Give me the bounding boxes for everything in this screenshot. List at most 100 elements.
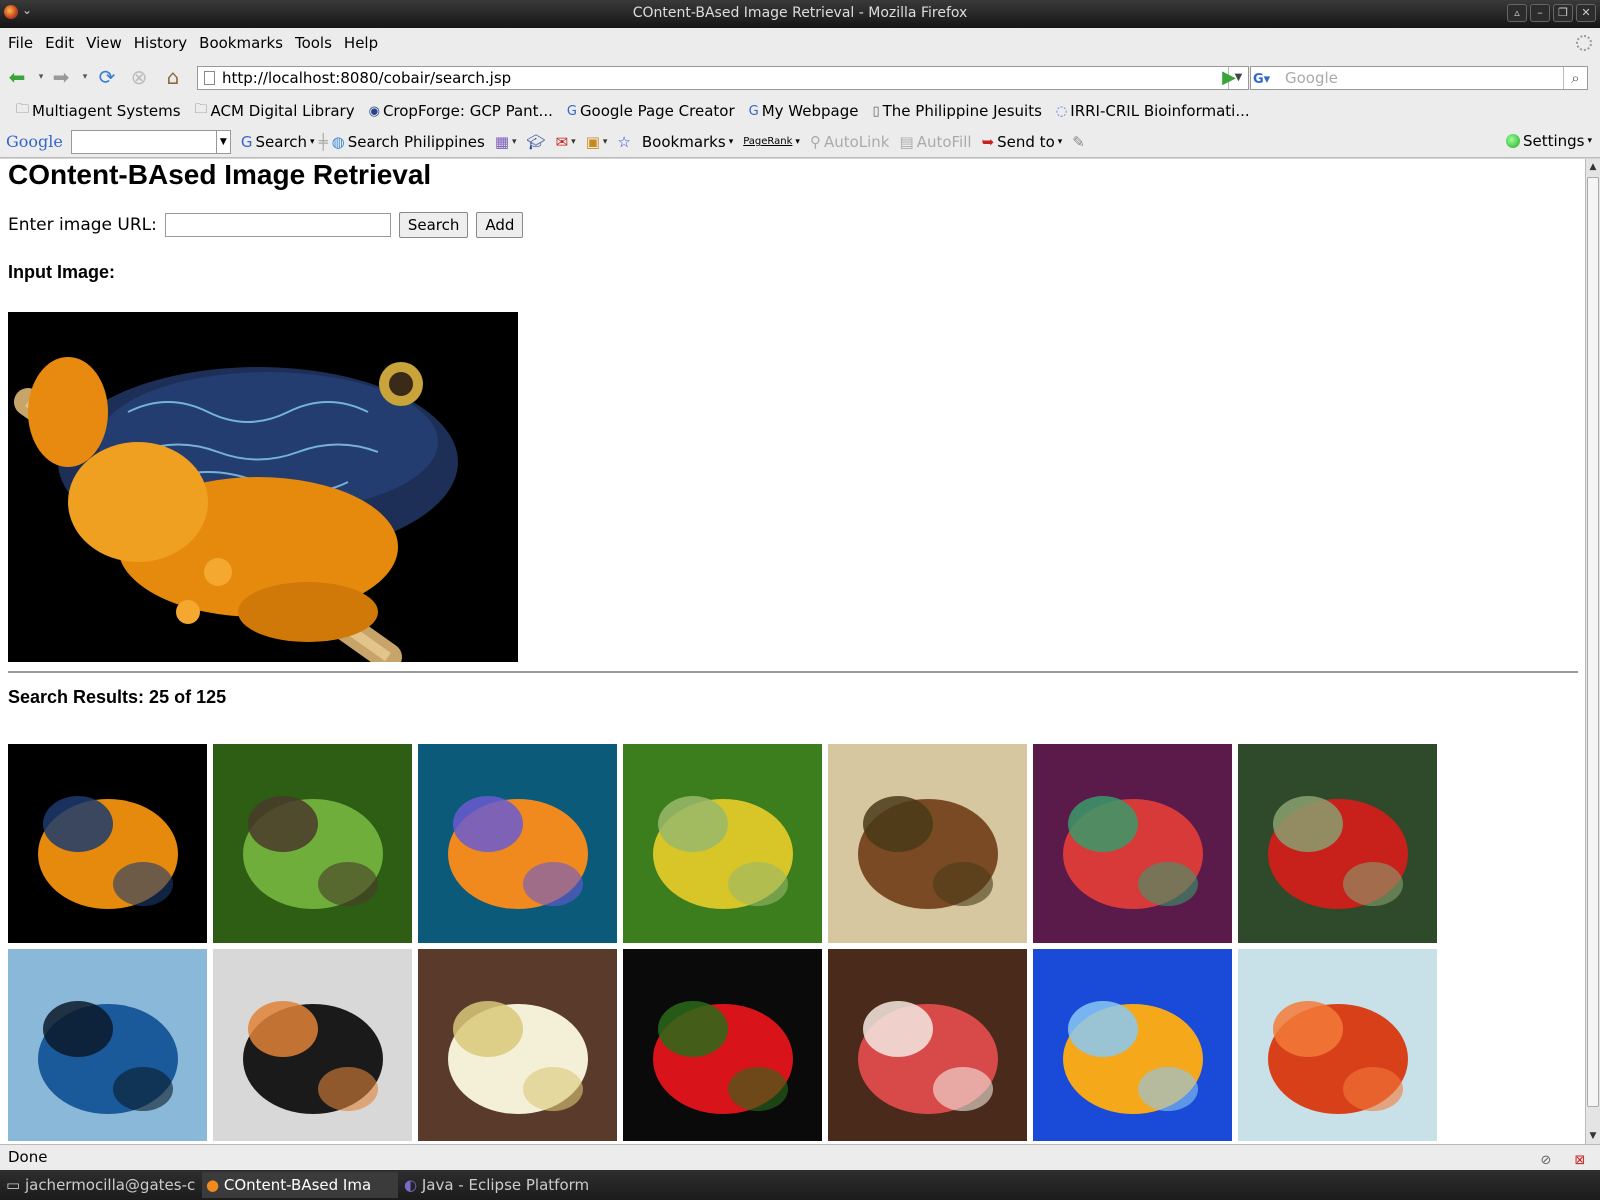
result-thumbnail-dinosaurs[interactable]	[828, 744, 1027, 943]
calendar-icon[interactable]: ▦ ▾	[495, 133, 517, 151]
page-icon	[204, 71, 215, 85]
image-url-label: Enter image URL:	[8, 215, 157, 235]
result-thumbnail-anime[interactable]	[213, 949, 412, 1141]
result-thumbnail-bridesmaids[interactable]	[828, 949, 1027, 1141]
result-thumbnail-orca[interactable]	[8, 949, 207, 1141]
menu-view[interactable]: View	[86, 34, 122, 52]
page-icon: ▯	[872, 103, 880, 119]
window-title: COntent-BAsed Image Retrieval - Mozilla …	[632, 5, 968, 21]
firefox-icon: ●	[206, 1176, 224, 1194]
shade-button[interactable]: ▵	[1507, 4, 1527, 22]
autolink-button[interactable]: ⚲ AutoLink	[810, 133, 890, 151]
menu-file[interactable]: File	[8, 34, 33, 52]
send-to-button[interactable]: ➥ Send to ▾	[982, 133, 1063, 151]
pagerank-indicator[interactable]: PageRank ▾	[743, 136, 800, 147]
menu-tools[interactable]: Tools	[295, 34, 332, 52]
offline-icon[interactable]: ⊠	[1572, 1149, 1588, 1168]
separator-icon: ╪	[318, 132, 328, 151]
chevron-down-icon: ▾	[1057, 136, 1063, 147]
gmail-icon[interactable]: ✉ ▾	[556, 133, 576, 151]
result-thumbnail-bird-of-paradise[interactable]	[418, 744, 617, 943]
address-url[interactable]: http://localhost:8080/cobair/search.jsp	[222, 69, 511, 87]
gadgets-icon[interactable]: ▣ ▾	[586, 133, 608, 151]
search-placeholder[interactable]: Google	[1285, 69, 1338, 87]
form-icon: ▤	[899, 132, 914, 151]
bookmarks-button[interactable]: ☆ Bookmarks ▾	[617, 133, 733, 151]
scholar-icon[interactable]: 🎓︎	[527, 133, 546, 151]
scroll-down-arrow-icon[interactable]: ▼	[1586, 1128, 1600, 1144]
result-thumbnail-lizard[interactable]	[213, 744, 412, 943]
result-thumbnail-white-flower[interactable]	[418, 949, 617, 1141]
chevron-down-icon: ▾	[795, 136, 800, 147]
terminal-icon: ▭	[6, 1176, 25, 1194]
home-icon[interactable]: ⌂	[162, 66, 184, 88]
folder-icon: 🗀	[194, 102, 208, 117]
result-thumbnail-lobster[interactable]	[1238, 949, 1437, 1141]
wand-icon: ⚲	[809, 132, 821, 151]
google-toolbar: Google ▼ G Search ▾ ╪ ◍ Search Philippines …	[0, 126, 1600, 158]
scroll-up-arrow-icon[interactable]: ▲	[1586, 159, 1600, 175]
input-image-heading: Input Image:	[8, 262, 115, 282]
google-search-button[interactable]: G Search ▾	[241, 133, 315, 151]
search-button[interactable]: Search	[398, 212, 469, 238]
bookmark-my-webpage[interactable]: G My Webpage	[749, 102, 859, 120]
google-logo[interactable]: Google	[6, 132, 63, 151]
result-thumbnail-anthurium[interactable]	[623, 949, 822, 1141]
search-philippines-button[interactable]: ◍ Search Philippines	[332, 133, 485, 151]
google-engine-icon[interactable]: G▾	[1253, 69, 1281, 87]
autofill-button[interactable]: ▤ AutoFill	[900, 133, 972, 151]
send-icon: ➥	[981, 132, 995, 151]
back-history-dropdown-icon[interactable]: ▾	[30, 66, 52, 88]
close-button[interactable]: ✕	[1576, 4, 1596, 22]
taskbar: ▭ jachermocilla@gates-c ● COntent-BAsed …	[0, 1170, 1600, 1200]
settings-button[interactable]: Settings ▾	[1505, 132, 1592, 150]
status-bar: Done ⊘ ⊠	[0, 1144, 1600, 1170]
google-search-input[interactable]: ▼	[70, 129, 231, 154]
address-bar[interactable]: http://localhost:8080/cobair/search.jsp …	[197, 66, 1249, 90]
bookmark-philippine-jesuits[interactable]: ▯ The Philippine Jesuits	[872, 102, 1041, 120]
chevron-down-icon[interactable]: ▼	[215, 130, 230, 153]
search-magnifier-icon[interactable]: ⌕	[1563, 67, 1587, 89]
menu-help[interactable]: Help	[344, 34, 378, 52]
task-firefox[interactable]: ● COntent-BAsed Ima	[202, 1172, 398, 1198]
search-engine-box[interactable]: G▾ Google ⌕	[1250, 66, 1588, 90]
folder-icon: 🗀	[16, 102, 30, 117]
sourceforge-icon: ◉	[368, 103, 380, 119]
stop-icon[interactable]: ⊗	[128, 66, 150, 88]
status-text: Done	[8, 1148, 48, 1166]
vertical-scrollbar[interactable]: ▲ ▼	[1585, 159, 1600, 1144]
menu-bookmarks[interactable]: Bookmarks	[199, 34, 283, 52]
back-arrow-icon[interactable]: ⬅	[6, 66, 28, 88]
eclipse-icon: ◐	[404, 1176, 422, 1194]
maximize-button[interactable]: ❐	[1553, 4, 1573, 22]
highlighter-icon[interactable]: ✎	[1072, 133, 1085, 151]
result-thumbnail-heliconia[interactable]	[623, 744, 822, 943]
search-results-heading: Search Results: 25 of 125	[8, 687, 227, 707]
result-thumbnail-cardinal[interactable]	[1238, 744, 1437, 943]
result-thumbnail-beads[interactable]	[1033, 744, 1232, 943]
minimize-button[interactable]: –	[1530, 4, 1550, 22]
image-url-input[interactable]	[164, 213, 391, 237]
result-thumbnail-jellyfish[interactable]	[1033, 949, 1232, 1141]
result-thumbnail-frog[interactable]	[8, 744, 207, 943]
chevron-down-icon: ▾	[728, 136, 734, 147]
bookmark-google-page-creator[interactable]: G Google Page Creator	[567, 102, 735, 120]
window-titlebar[interactable]: ⌄ COntent-BAsed Image Retrieval - Mozill…	[0, 0, 1600, 28]
reload-icon[interactable]: ⟳	[96, 66, 118, 88]
bookmark-multiagent-systems[interactable]: 🗀 Multiagent Systems	[16, 100, 181, 122]
bookmark-cropforge[interactable]: ◉ CropForge: GCP Pant...	[369, 102, 553, 120]
go-arrow-icon[interactable]: ▶	[1218, 67, 1240, 89]
bookmark-irri-cril[interactable]: ◌ IRRI-CRIL Bioinformati...	[1056, 102, 1250, 120]
star-icon: ☆	[617, 132, 631, 151]
scrollbar-thumb[interactable]	[1587, 177, 1599, 1107]
task-terminal[interactable]: ▭ jachermocilla@gates-c	[6, 1176, 198, 1194]
add-button[interactable]: Add	[476, 212, 524, 238]
task-eclipse[interactable]: ◐ Java - Eclipse Platform	[404, 1176, 604, 1194]
menu-edit[interactable]: Edit	[45, 34, 74, 52]
menu-history[interactable]: History	[134, 34, 187, 52]
chevron-down-icon: ▾	[310, 136, 315, 147]
bookmark-acm-digital-library[interactable]: 🗀 ACM Digital Library	[195, 100, 355, 122]
forward-arrow-icon[interactable]: ➡	[50, 66, 72, 88]
forward-history-dropdown-icon[interactable]: ▾	[74, 66, 96, 88]
chevron-down-icon: ▾	[1587, 136, 1592, 146]
